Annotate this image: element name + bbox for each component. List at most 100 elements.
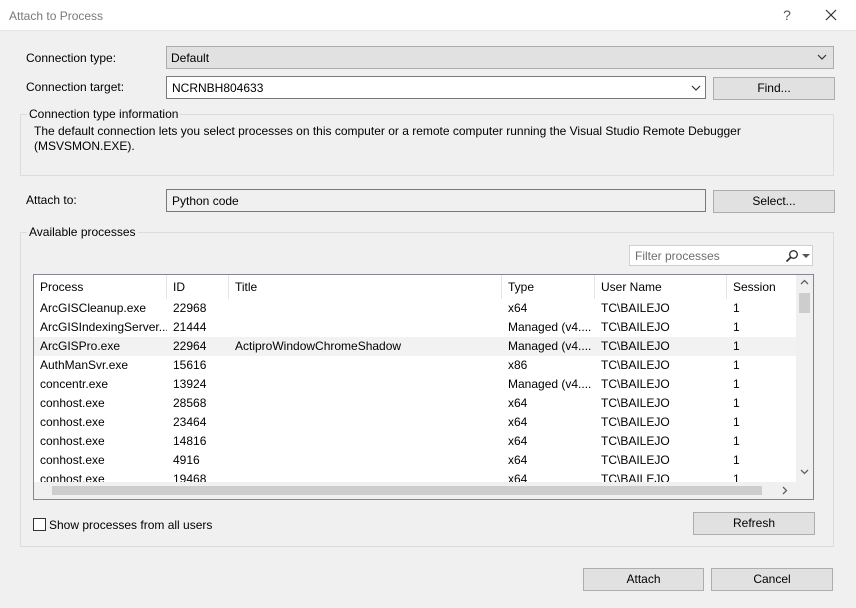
- cell-title: [229, 451, 502, 470]
- chevron-down-icon[interactable]: [691, 83, 701, 93]
- cell-type: Managed (v4....: [508, 377, 592, 391]
- cell-user: TC\BAILEJO: [601, 453, 670, 467]
- cell-user: TC\BAILEJO: [601, 358, 670, 372]
- table-row[interactable]: ArcGISPro.exe 22964 ActiproWindowChromeSha…: [34, 337, 796, 356]
- filter-processes-input[interactable]: Filter processes: [629, 245, 813, 266]
- cell-id: 23464: [173, 415, 207, 429]
- cell-session: 1: [733, 301, 740, 315]
- column-header-process[interactable]: Process: [34, 275, 167, 299]
- cell-process: concentr.exe: [40, 377, 109, 391]
- dropdown-arrow-icon[interactable]: [802, 254, 810, 259]
- connection-info-title: Connection type information: [27, 107, 181, 121]
- title-bar: [0, 0, 856, 31]
- column-header-id[interactable]: ID: [167, 275, 229, 299]
- cell-session: 1: [733, 320, 740, 334]
- cell-user: TC\BAILEJO: [601, 434, 670, 448]
- show-all-users-label[interactable]: Show processes from all users: [49, 518, 212, 532]
- scroll-down-icon[interactable]: [800, 469, 809, 475]
- close-button[interactable]: [818, 3, 844, 27]
- cancel-button[interactable]: Cancel: [711, 568, 833, 591]
- cell-title: [229, 356, 502, 375]
- connection-type-dropdown[interactable]: Default: [166, 46, 834, 69]
- select-button[interactable]: Select...: [713, 190, 835, 213]
- table-row[interactable]: concentr.exe 13924 Managed (v4.... TC\BAILE…: [34, 375, 796, 394]
- chevron-down-icon: [817, 54, 827, 60]
- column-header-title[interactable]: Title: [229, 275, 502, 299]
- cell-title: [229, 299, 502, 318]
- horizontal-scroll-thumb[interactable]: [52, 486, 762, 495]
- cell-type: x64: [508, 415, 528, 429]
- vertical-scrollbar[interactable]: [796, 275, 813, 481]
- cell-session: 1: [733, 434, 740, 448]
- cell-id: 4916: [173, 453, 200, 467]
- cell-process: ArcGISCleanup.exe: [40, 301, 147, 315]
- cell-title: [229, 318, 502, 337]
- cell-process: AuthManSvr.exe: [40, 358, 129, 372]
- table-row[interactable]: AuthManSvr.exe 15616 x86 TC\BAILEJO 1: [34, 356, 796, 375]
- cell-type: x64: [508, 396, 528, 410]
- attach-to-label: Attach to:: [26, 193, 77, 207]
- cell-process: conhost.exe: [40, 434, 105, 448]
- window-title: Attach to Process: [9, 9, 104, 23]
- attach-button[interactable]: Attach: [583, 568, 704, 591]
- cell-type: x86: [508, 358, 528, 372]
- cell-session: 1: [733, 453, 740, 467]
- cell-title: [229, 413, 502, 432]
- connection-type-value: Default: [171, 51, 210, 65]
- cell-id: 22964: [173, 339, 207, 353]
- connection-type-label: Connection type:: [26, 51, 117, 65]
- cell-id: 21444: [173, 320, 207, 334]
- close-icon: [825, 9, 837, 21]
- cell-user: TC\BAILEJO: [601, 320, 670, 334]
- cell-process: ArcGISIndexingServer....: [40, 320, 167, 334]
- help-button[interactable]: ?: [776, 4, 798, 26]
- cell-type: Managed (v4....: [508, 339, 592, 353]
- cell-type: x64: [508, 434, 528, 448]
- cell-id: 22968: [173, 301, 207, 315]
- process-list-header: Process ID Title Type User Name Session: [34, 275, 796, 299]
- cell-process: ArcGISPro.exe: [40, 339, 121, 353]
- table-row[interactable]: conhost.exe 4916 x64 TC\BAILEJO 1: [34, 451, 796, 470]
- cell-session: 1: [733, 377, 740, 391]
- cell-id: 28568: [173, 396, 207, 410]
- cell-session: 1: [733, 339, 740, 353]
- scrollbar-corner: [796, 481, 813, 499]
- cell-type: Managed (v4....: [508, 320, 592, 334]
- find-button[interactable]: Find...: [713, 77, 835, 100]
- connection-info-text: The default connection lets you select p…: [34, 124, 741, 153]
- horizontal-scrollbar[interactable]: [34, 482, 796, 499]
- cell-title: ActiproWindowChromeShadow: [235, 339, 402, 353]
- cell-process: conhost.exe: [40, 415, 105, 429]
- vertical-scroll-thumb[interactable]: [799, 293, 810, 313]
- table-row[interactable]: conhost.exe 14816 x64 TC\BAILEJO 1: [34, 432, 796, 451]
- table-row[interactable]: ArcGISCleanup.exe 22968 x64 TC\BAILEJO 1: [34, 299, 796, 318]
- process-list[interactable]: Process ID Title Type User Name Session …: [33, 274, 814, 500]
- connection-target-value: NCRNBH804633: [172, 81, 264, 95]
- scroll-right-icon[interactable]: [782, 486, 788, 495]
- table-row[interactable]: conhost.exe 28568 x64 TC\BAILEJO 1: [34, 394, 796, 413]
- column-header-session[interactable]: Session: [727, 275, 796, 299]
- table-row[interactable]: ArcGISIndexingServer.... 21444 Managed (v4…: [34, 318, 796, 337]
- cell-process: conhost.exe: [40, 396, 105, 410]
- cell-user: TC\BAILEJO: [601, 301, 670, 315]
- cell-id: 13924: [173, 377, 207, 391]
- column-header-type[interactable]: Type: [502, 275, 595, 299]
- attach-to-value: Python code: [172, 194, 239, 208]
- cell-title: [229, 375, 502, 394]
- search-icon: [785, 250, 798, 263]
- scroll-up-icon[interactable]: [800, 279, 809, 285]
- cell-user: TC\BAILEJO: [601, 339, 670, 353]
- available-processes-title: Available processes: [27, 225, 138, 239]
- column-header-user[interactable]: User Name: [595, 275, 727, 299]
- connection-target-combo[interactable]: NCRNBH804633: [166, 76, 706, 99]
- table-row[interactable]: conhost.exe 23464 x64 TC\BAILEJO 1: [34, 413, 796, 432]
- connection-target-label: Connection target:: [26, 80, 125, 94]
- filter-placeholder: Filter processes: [635, 249, 720, 263]
- cell-user: TC\BAILEJO: [601, 377, 670, 391]
- cell-type: x64: [508, 453, 528, 467]
- refresh-button[interactable]: Refresh: [693, 512, 815, 535]
- cell-session: 1: [733, 396, 740, 410]
- cell-session: 1: [733, 358, 740, 372]
- cell-session: 1: [733, 415, 740, 429]
- show-all-users-checkbox[interactable]: [33, 518, 46, 531]
